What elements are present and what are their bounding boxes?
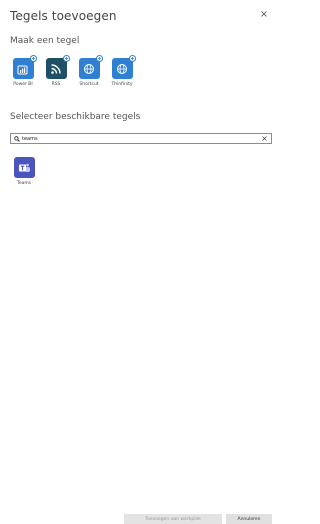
globe-icon: [111, 55, 136, 79]
plus-icon: [62, 55, 70, 62]
tile-thinfinity[interactable]: Thinfinity: [109, 55, 136, 87]
plus-icon: [29, 55, 37, 62]
close-icon[interactable]: ×: [259, 10, 269, 20]
search-box: ×: [10, 133, 272, 144]
tile-label: RSS: [51, 82, 61, 87]
tile-shortcut[interactable]: Shortcut: [76, 55, 103, 87]
clear-search-icon[interactable]: ×: [261, 134, 268, 143]
tile-rss[interactable]: RSS: [43, 55, 70, 87]
tile-label: Shortcut: [79, 82, 99, 87]
cancel-button[interactable]: Annuleren: [226, 514, 272, 524]
power-bi-icon: [12, 55, 37, 79]
tile-label: Thinfinity: [111, 82, 133, 87]
plus-icon: [95, 55, 103, 62]
result-label: Teams: [16, 181, 32, 186]
rss-icon: [45, 55, 70, 79]
make-tile-heading: Maak een tegel: [10, 36, 80, 46]
search-icon: [14, 135, 20, 142]
plus-icon: [128, 55, 136, 62]
globe-icon: [78, 55, 103, 79]
tile-label: Power BI: [13, 82, 33, 87]
add-to-workspace-button[interactable]: Toevoegen aan werkplek: [124, 514, 222, 524]
teams-icon: [13, 157, 35, 178]
result-tile-teams[interactable]: Teams: [12, 157, 36, 186]
add-tiles-dialog: Tegels toevoegen × Maak een tegel Power …: [0, 0, 275, 524]
dialog-title: Tegels toevoegen: [10, 9, 117, 23]
tile-power-bi[interactable]: Power BI: [10, 55, 37, 87]
search-input[interactable]: [22, 134, 261, 143]
make-tile-list: Power BI RSS Shortcut Thinfinity: [10, 55, 136, 87]
select-tiles-heading: Selecteer beschikbare tegels: [10, 112, 141, 122]
